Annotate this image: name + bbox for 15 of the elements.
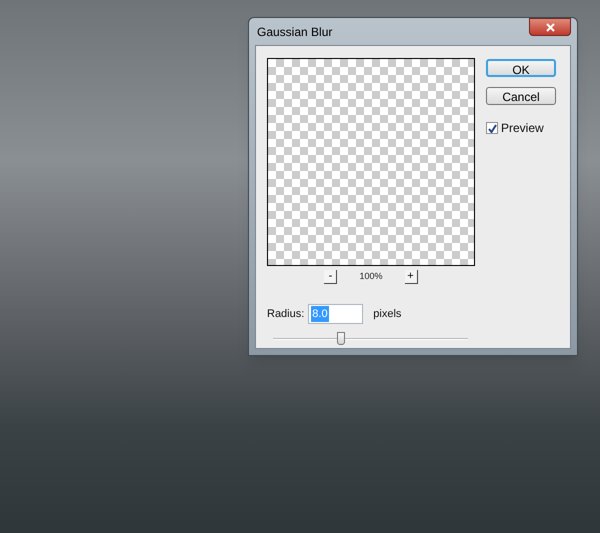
radius-slider[interactable] bbox=[273, 332, 468, 346]
preview-checkbox[interactable]: Preview bbox=[486, 119, 556, 137]
window-title: Gaussian Blur bbox=[257, 24, 332, 40]
checkbox[interactable] bbox=[486, 122, 498, 134]
dialog-button[interactable]: Cancel bbox=[486, 87, 556, 105]
dialog-button[interactable]: OK bbox=[486, 59, 556, 77]
slider-thumb[interactable] bbox=[337, 332, 346, 345]
radius-unit: pixels bbox=[373, 306, 402, 322]
close-icon bbox=[546, 22, 554, 32]
close-button[interactable] bbox=[529, 18, 571, 36]
checkmark-icon bbox=[488, 124, 496, 132]
zoom-level: 100% bbox=[359, 270, 383, 284]
radius-label: Radius: bbox=[267, 306, 304, 322]
zoom-in-button[interactable]: + bbox=[404, 270, 418, 284]
zoom-out-button[interactable]: - bbox=[324, 270, 338, 284]
